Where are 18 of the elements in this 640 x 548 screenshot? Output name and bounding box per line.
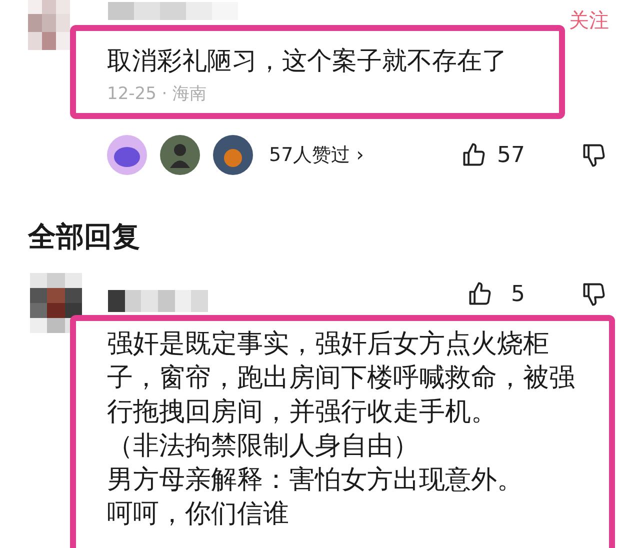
reply-text: 呵呵，你们信谁 [107, 498, 290, 531]
likers-link[interactable]: 57人赞过 › [269, 142, 364, 168]
blurred-avatar [28, 0, 70, 50]
section-heading: 全部回复 [28, 219, 141, 255]
reply-text: 男方母亲解释：害怕女方出现意外。 [107, 464, 524, 497]
thumbs-up-icon[interactable] [461, 142, 487, 168]
reply-text: 强奸是既定事实，强奸后女方点火烧柜子，窗帘，跑出房间下楼呼喊救命，被强行拖拽回房间，并强行收走手机。 [107, 328, 576, 429]
avatar[interactable] [160, 135, 200, 175]
reply-text: （非法拘禁限制人身自由） [107, 430, 420, 463]
blurred-avatar [30, 273, 82, 333]
like-count: 5 [511, 282, 525, 306]
thumbs-down-icon[interactable] [581, 281, 607, 307]
comment-meta: 12-25 · 海南 [107, 83, 208, 106]
like-count: 57 [497, 142, 525, 168]
comment-text: 取消彩礼陋习，这个案子就不存在了 [107, 45, 508, 77]
thumbs-up-icon[interactable] [467, 281, 493, 307]
avatar[interactable] [213, 135, 253, 175]
thumbs-down-icon[interactable] [581, 142, 607, 168]
